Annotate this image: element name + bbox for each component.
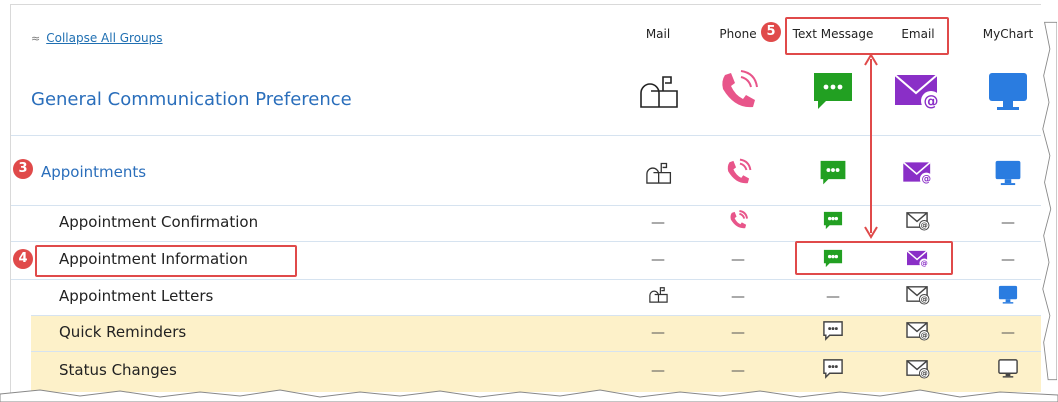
torn-edge-bottom xyxy=(0,389,1058,402)
phone-icon[interactable] xyxy=(708,67,768,113)
mail-cell[interactable]: — xyxy=(628,363,688,379)
svg-text:@: @ xyxy=(924,92,939,110)
row-label-appointment-confirmation: Appointment Confirmation xyxy=(59,213,259,231)
mychart-cell[interactable]: — xyxy=(978,325,1038,341)
column-header-mail: Mail xyxy=(645,27,671,41)
phone-cell[interactable]: — xyxy=(708,252,768,268)
mail-cell[interactable]: — xyxy=(628,215,688,231)
mailbox-icon[interactable] xyxy=(628,67,688,113)
torn-edge-right xyxy=(1041,0,1057,402)
callout-box-highlight xyxy=(795,241,953,275)
mychart-monitor-icon[interactable] xyxy=(978,283,1038,305)
text-message-icon[interactable] xyxy=(803,157,863,187)
mailbox-icon[interactable] xyxy=(628,283,688,305)
callout-box-4 xyxy=(35,245,297,277)
phone-cell[interactable]: — xyxy=(708,289,768,305)
email-icon[interactable]: @ xyxy=(888,157,948,187)
svg-text:@: @ xyxy=(921,331,928,340)
mychart-cell[interactable]: — xyxy=(978,215,1038,231)
mychart-cell[interactable]: — xyxy=(978,252,1038,268)
mychart-monitor-icon[interactable] xyxy=(978,157,1038,187)
email-outline-icon[interactable]: @ xyxy=(888,357,948,379)
general-communication-preference-title: General Communication Preference xyxy=(31,89,352,110)
row-label-appointment-letters: Appointment Letters xyxy=(59,287,214,305)
mychart-monitor-outline-icon[interactable] xyxy=(978,357,1038,379)
double-chevron-up-icon: ≈ xyxy=(31,31,41,45)
callout-arrow xyxy=(864,53,878,239)
phone-icon[interactable] xyxy=(708,157,768,187)
phone-cell[interactable]: — xyxy=(708,325,768,341)
text-message-outline-icon[interactable] xyxy=(803,357,863,379)
mychart-monitor-icon[interactable] xyxy=(978,67,1038,113)
callout-badge-5: 5 xyxy=(761,22,781,42)
text-cell[interactable]: — xyxy=(803,289,863,305)
svg-text:@: @ xyxy=(921,369,928,378)
svg-text:@: @ xyxy=(922,174,932,185)
svg-text:@: @ xyxy=(921,221,928,230)
callout-box-5 xyxy=(785,17,949,55)
text-message-outline-icon[interactable] xyxy=(803,319,863,341)
communication-preferences-panel: ≈ Collapse All Groups Mail Phone Text Me… xyxy=(10,4,1052,398)
group-title-appointments[interactable]: Appointments xyxy=(41,163,146,181)
phone-cell[interactable]: — xyxy=(708,363,768,379)
collapse-all-groups-link[interactable]: Collapse All Groups xyxy=(46,31,162,45)
email-outline-icon[interactable]: @ xyxy=(888,283,948,305)
svg-text:@: @ xyxy=(921,295,928,304)
email-icon[interactable]: @ xyxy=(888,67,948,113)
email-outline-icon[interactable]: @ xyxy=(888,319,948,341)
mail-cell[interactable]: — xyxy=(628,325,688,341)
callout-badge-3: 3 xyxy=(13,159,33,179)
text-message-icon[interactable] xyxy=(803,209,863,231)
row-label-quick-reminders: Quick Reminders xyxy=(59,323,187,341)
mailbox-icon[interactable] xyxy=(628,157,688,187)
text-message-icon[interactable] xyxy=(803,67,863,113)
phone-icon[interactable] xyxy=(708,209,768,231)
column-header-mychart: MyChart xyxy=(982,27,1034,41)
email-outline-icon[interactable]: @ xyxy=(888,209,948,231)
row-label-status-changes: Status Changes xyxy=(59,361,177,379)
callout-badge-4: 4 xyxy=(13,249,33,269)
collapse-all-groups[interactable]: ≈ Collapse All Groups xyxy=(31,31,163,45)
mail-cell[interactable]: — xyxy=(628,252,688,268)
